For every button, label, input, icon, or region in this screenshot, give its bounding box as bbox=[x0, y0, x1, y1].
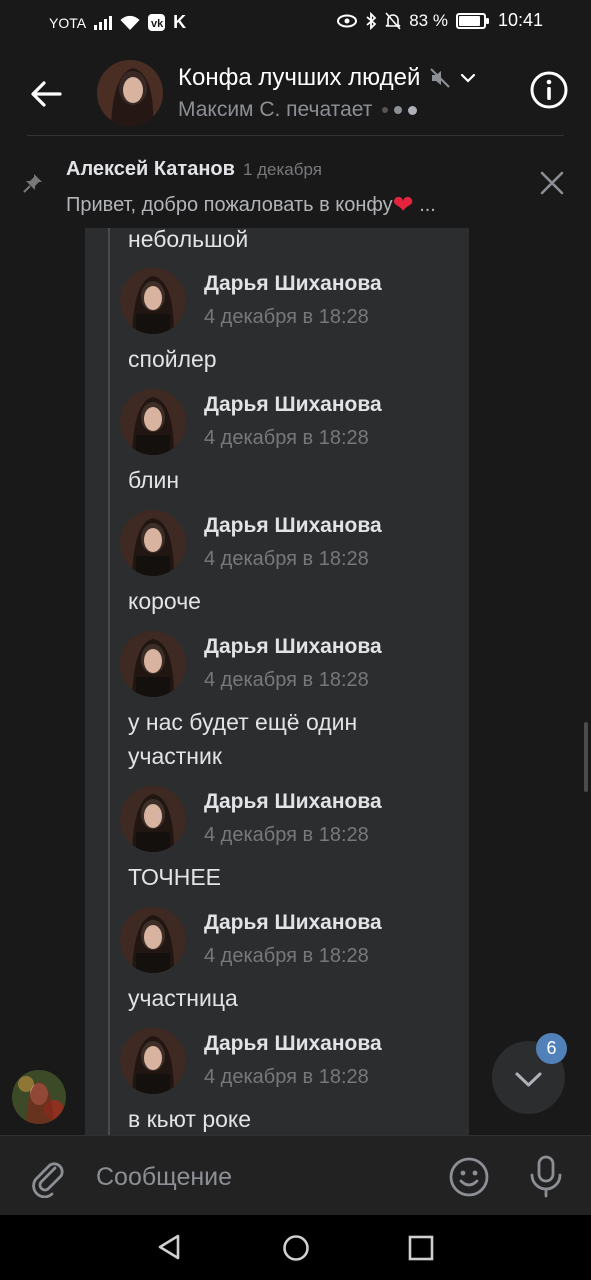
status-right: 83 % 10:41 bbox=[337, 10, 543, 31]
pinned-message[interactable]: Алексей Катанов 1 декабря Привет, добро п… bbox=[0, 140, 591, 228]
clock: 10:41 bbox=[497, 10, 543, 30]
typing-status: Максим С. печатает bbox=[178, 98, 418, 122]
muted-speaker-icon bbox=[430, 68, 451, 88]
chevron-down-icon bbox=[461, 73, 476, 83]
carrier-label: YOTA bbox=[49, 14, 87, 31]
avatar[interactable] bbox=[120, 631, 186, 697]
status-bar: YOTA vk K 83 % 10:41 bbox=[0, 0, 591, 44]
message-text: небольшой bbox=[128, 228, 249, 252]
forwarded-header: Дарья Шиханова 4 декабря в 18:28 bbox=[120, 268, 460, 338]
avatar[interactable] bbox=[120, 1028, 186, 1094]
system-nav-bar bbox=[0, 1215, 591, 1280]
message-text: спойлер bbox=[128, 346, 217, 372]
chat-title-text: Конфа лучших людей bbox=[178, 64, 421, 91]
forward-quote-line bbox=[108, 228, 110, 1135]
eye-icon bbox=[337, 14, 358, 27]
message-date: 4 декабря в 18:28 bbox=[204, 427, 369, 449]
close-icon[interactable] bbox=[539, 170, 565, 196]
message-text: короче bbox=[128, 588, 201, 614]
forwarded-header: Дарья Шиханова 4 декабря в 18:28 bbox=[120, 510, 460, 580]
back-arrow-icon[interactable] bbox=[22, 70, 70, 118]
chat-avatar[interactable] bbox=[97, 60, 163, 126]
battery-icon bbox=[455, 12, 489, 29]
message-text: блин bbox=[128, 467, 180, 493]
chat-title[interactable]: Конфа лучших людей bbox=[178, 64, 476, 92]
message-date: 4 декабря в 18:28 bbox=[204, 548, 369, 570]
forwarded-header: Дарья Шиханова 4 декабря в 18:28 bbox=[120, 631, 460, 701]
chat-header: Конфа лучших людей Максим С. печатает bbox=[0, 44, 591, 136]
message-composer bbox=[0, 1135, 591, 1216]
wifi-icon bbox=[120, 15, 140, 30]
unread-count-badge: 6 bbox=[536, 1033, 567, 1064]
author-name[interactable]: Дарья Шиханова bbox=[204, 911, 382, 935]
author-name[interactable]: Дарья Шиханова bbox=[204, 790, 382, 814]
avatar[interactable] bbox=[120, 389, 186, 455]
nav-back-triangle-icon[interactable] bbox=[156, 1233, 184, 1261]
message-list[interactable]: небольшой Дарья Шиханова 4 декабря в 18:… bbox=[0, 228, 591, 1135]
message-input[interactable] bbox=[94, 1158, 428, 1196]
info-icon[interactable] bbox=[529, 70, 569, 110]
pinned-text: Привет, добро пожаловать в конфу❤ ... bbox=[66, 190, 436, 220]
message-text: участник bbox=[128, 743, 222, 769]
nav-home-circle-icon[interactable] bbox=[282, 1234, 310, 1262]
pinned-author: Алексей Катанов 1 декабря bbox=[66, 158, 322, 181]
avatar[interactable] bbox=[120, 907, 186, 973]
pinned-date: 1 декабря bbox=[242, 160, 322, 179]
avatar[interactable] bbox=[120, 268, 186, 334]
message-date: 4 декабря в 18:28 bbox=[204, 824, 369, 846]
typing-status-text: Максим С. печатает bbox=[178, 98, 373, 121]
emoji-smile-icon[interactable] bbox=[448, 1156, 490, 1198]
message-date: 4 декабря в 18:28 bbox=[204, 945, 369, 967]
avatar[interactable] bbox=[120, 510, 186, 576]
forwarded-header: Дарья Шиханова 4 декабря в 18:28 bbox=[120, 907, 460, 977]
header-divider bbox=[27, 135, 564, 136]
author-name[interactable]: Дарья Шиханова bbox=[204, 635, 382, 659]
bluetooth-icon bbox=[366, 11, 377, 30]
pinned-text-body: Привет, добро пожаловать в конфу bbox=[66, 194, 393, 216]
vk-icon: vk bbox=[148, 14, 166, 31]
author-name[interactable]: Дарья Шиханова bbox=[204, 514, 382, 538]
mute-bell-icon bbox=[385, 11, 401, 30]
message-date: 4 декабря в 18:28 bbox=[204, 1066, 369, 1088]
typing-dots-icon bbox=[382, 105, 418, 115]
forwarded-header: Дарья Шиханова 4 декабря в 18:28 bbox=[120, 1028, 460, 1098]
message-date: 4 декабря в 18:28 bbox=[204, 669, 369, 691]
message-text: ТОЧНЕЕ bbox=[128, 864, 222, 890]
forwarded-header: Дарья Шиханова 4 декабря в 18:28 bbox=[120, 389, 460, 459]
nav-recents-square-icon[interactable] bbox=[408, 1235, 434, 1261]
sender-avatar[interactable] bbox=[12, 1070, 66, 1124]
battery-percent: 83 % bbox=[409, 10, 448, 30]
svg-text:vk: vk bbox=[151, 18, 164, 30]
message-text: у нас будет ещё один bbox=[128, 709, 358, 735]
pin-icon bbox=[23, 174, 42, 193]
message-text: в кьют роке bbox=[128, 1106, 252, 1132]
microphone-icon[interactable] bbox=[526, 1154, 566, 1198]
pinned-ellipsis: ... bbox=[419, 194, 436, 216]
author-name[interactable]: Дарья Шиханова bbox=[204, 272, 382, 296]
author-name[interactable]: Дарья Шиханова bbox=[204, 393, 382, 417]
avatar[interactable] bbox=[120, 786, 186, 852]
message-text: участница bbox=[128, 985, 238, 1011]
message-date: 4 декабря в 18:28 bbox=[204, 306, 369, 328]
pinned-author-name: Алексей Катанов bbox=[66, 158, 235, 180]
scrollbar-thumb[interactable] bbox=[584, 722, 588, 792]
paperclip-icon[interactable] bbox=[26, 1154, 70, 1198]
signal-icon bbox=[94, 15, 113, 30]
heart-emoji-icon: ❤ bbox=[392, 191, 414, 219]
kinopoisk-icon: K bbox=[173, 12, 187, 32]
author-name[interactable]: Дарья Шиханова bbox=[204, 1032, 382, 1056]
forwarded-header: Дарья Шиханова 4 декабря в 18:28 bbox=[120, 786, 460, 856]
status-left: YOTA vk K bbox=[49, 12, 186, 33]
